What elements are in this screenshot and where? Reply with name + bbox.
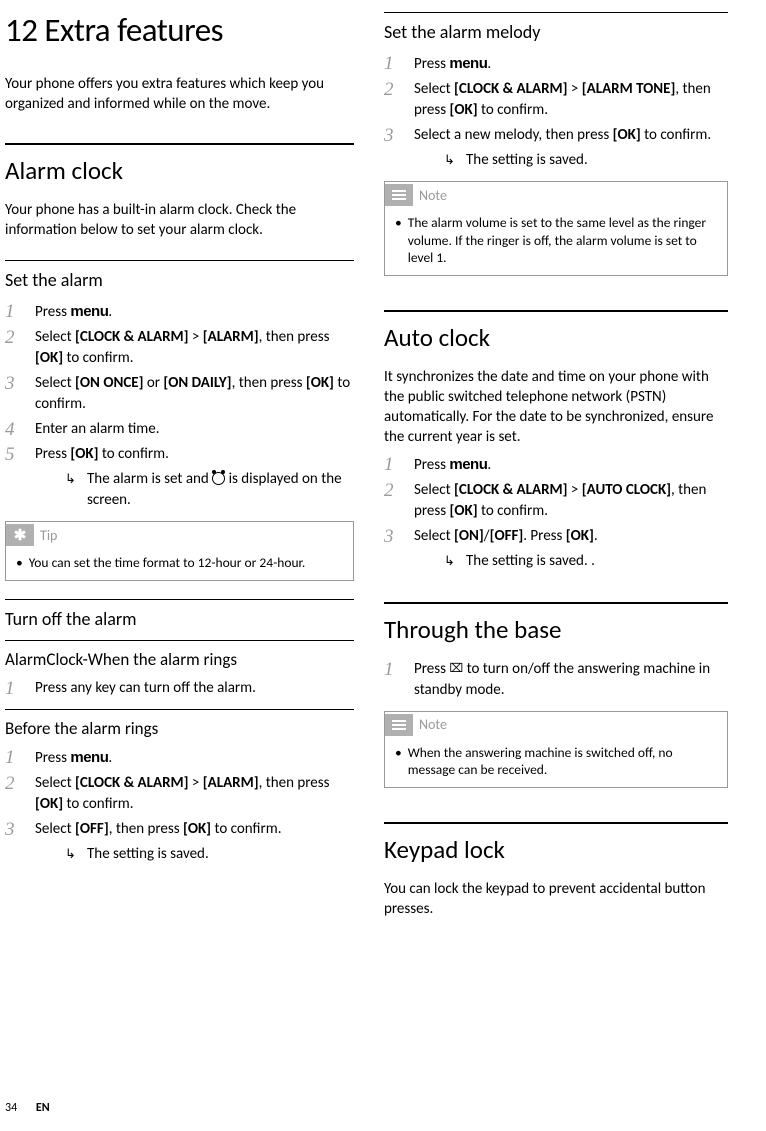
step-number: 5 bbox=[5, 442, 15, 469]
step-number: 2 bbox=[384, 478, 394, 505]
page-footer: 34 EN bbox=[5, 1101, 50, 1115]
step-number: 2 bbox=[5, 771, 15, 798]
bullet-icon: • bbox=[16, 554, 23, 572]
alarm-clock-desc: Your phone has a built-in alarm clock. C… bbox=[5, 200, 354, 241]
note-callout: Note •When the answering machine is swit… bbox=[384, 711, 728, 788]
step: 5Press [OK] to confirm. ↳The alarm is se… bbox=[5, 444, 354, 511]
step: 2Select [CLOCK & ALARM] > [ALARM], then … bbox=[5, 773, 354, 815]
result-arrow-icon: ↳ bbox=[65, 846, 76, 864]
when-rings-steps: 1Press any key can turn off the alarm. bbox=[5, 678, 354, 699]
step-number: 2 bbox=[5, 325, 15, 352]
step-number: 1 bbox=[384, 51, 394, 78]
step-number: 1 bbox=[5, 676, 15, 703]
base-steps: 1Press ⌧ to turn on/off the answering ma… bbox=[384, 659, 728, 701]
divider bbox=[5, 709, 354, 710]
step: 2Select [CLOCK & ALARM] > [ALARM], then … bbox=[5, 327, 354, 369]
subsection-before-rings: Before the alarm rings bbox=[5, 718, 354, 739]
section-auto-clock: Auto clock bbox=[384, 322, 728, 353]
page-number: 34 bbox=[5, 1101, 17, 1115]
divider bbox=[5, 640, 354, 641]
step-result: ↳The alarm is set and is displayed on th… bbox=[35, 469, 354, 511]
section-alarm-clock: Alarm clock bbox=[5, 155, 354, 186]
step: 1Press menu. bbox=[384, 454, 728, 476]
step: 2Select [CLOCK & ALARM] > [AUTO CLOCK], … bbox=[384, 480, 728, 522]
divider bbox=[384, 12, 728, 13]
chapter-intro: Your phone offers you extra features whi… bbox=[5, 74, 354, 115]
step: 4Enter an alarm time. bbox=[5, 419, 354, 440]
subsection-turn-off: Turn off the alarm bbox=[5, 608, 354, 630]
step-number: 2 bbox=[384, 77, 394, 104]
bullet-icon: • bbox=[395, 214, 402, 267]
note-text: The alarm volume is set to the same leve… bbox=[408, 214, 717, 267]
step: 3Select [ON ONCE] or [ON DAILY], then pr… bbox=[5, 373, 354, 415]
divider bbox=[384, 822, 728, 824]
chapter-title: 12 Extra features bbox=[5, 10, 354, 50]
step-number: 3 bbox=[384, 123, 394, 150]
result-arrow-icon: ↳ bbox=[444, 553, 455, 571]
step-number: 1 bbox=[5, 299, 15, 326]
step: 3Select [OFF], then press [OK] to confir… bbox=[5, 819, 354, 865]
auto-clock-desc: It synchronizes the date and time on you… bbox=[384, 367, 728, 448]
divider bbox=[5, 260, 354, 261]
step: 1Press any key can turn off the alarm. bbox=[5, 678, 354, 699]
melody-steps: 1Press menu. 2Select [CLOCK & ALARM] > [… bbox=[384, 53, 728, 171]
tip-callout: ✱ Tip • You can set the time format to 12… bbox=[5, 521, 354, 581]
section-through-base: Through the base bbox=[384, 614, 728, 645]
step-result: ↳The setting is saved. . bbox=[414, 551, 728, 572]
tip-icon: ✱ bbox=[6, 524, 34, 546]
divider bbox=[384, 310, 728, 312]
note-text: When the answering machine is switched o… bbox=[408, 744, 717, 779]
step: 1Press menu. bbox=[5, 301, 354, 323]
page-lang: EN bbox=[36, 1101, 50, 1115]
section-keypad-lock: Keypad lock bbox=[384, 834, 728, 865]
note-callout: Note •The alarm volume is set to the sam… bbox=[384, 181, 728, 276]
menu-key: menu bbox=[449, 55, 487, 72]
step-result: ↳The setting is saved. bbox=[414, 150, 728, 171]
note-label: Note bbox=[419, 716, 447, 733]
step: 3Select a new melody, then press [OK] to… bbox=[384, 125, 728, 171]
step: 1Press menu. bbox=[384, 53, 728, 75]
note-label: Note bbox=[419, 187, 447, 204]
step: 1Press menu. bbox=[5, 747, 354, 769]
keypad-desc: You can lock the keypad to prevent accid… bbox=[384, 879, 728, 920]
step-number: 1 bbox=[5, 745, 15, 772]
set-alarm-steps: 1Press menu. 2Select [CLOCK & ALARM] > [… bbox=[5, 301, 354, 511]
tip-text: You can set the time format to 12-hour o… bbox=[29, 554, 306, 572]
before-rings-steps: 1Press menu. 2Select [CLOCK & ALARM] > [… bbox=[5, 747, 354, 865]
step-number: 1 bbox=[384, 657, 394, 684]
step: 2Select [CLOCK & ALARM] > [ALARM TONE], … bbox=[384, 79, 728, 121]
menu-key: menu bbox=[449, 456, 487, 473]
alarm-icon bbox=[212, 472, 225, 485]
step-number: 3 bbox=[5, 817, 15, 844]
note-icon bbox=[385, 714, 413, 736]
result-arrow-icon: ↳ bbox=[444, 152, 455, 170]
menu-key: menu bbox=[70, 303, 108, 320]
note-icon bbox=[385, 184, 413, 206]
divider bbox=[5, 143, 354, 145]
subsection-set-alarm: Set the alarm bbox=[5, 269, 354, 291]
step-number: 3 bbox=[384, 524, 394, 551]
step-number: 3 bbox=[5, 371, 15, 398]
auto-clock-steps: 1Press menu. 2Select [CLOCK & ALARM] > [… bbox=[384, 454, 728, 572]
answering-machine-icon: ⌧ bbox=[449, 661, 463, 678]
tip-label: Tip bbox=[40, 527, 57, 544]
menu-key: menu bbox=[70, 749, 108, 766]
subsection-melody: Set the alarm melody bbox=[384, 21, 728, 43]
step: 3Select [ON]/[OFF]. Press [OK]. ↳The set… bbox=[384, 526, 728, 572]
divider bbox=[5, 599, 354, 600]
step-number: 4 bbox=[5, 417, 15, 444]
divider bbox=[384, 602, 728, 604]
step-result: ↳The setting is saved. bbox=[35, 844, 354, 865]
step-number: 1 bbox=[384, 452, 394, 479]
step: 1Press ⌧ to turn on/off the answering ma… bbox=[384, 659, 728, 701]
subsection-when-rings: AlarmClock-When the alarm rings bbox=[5, 649, 354, 670]
result-arrow-icon: ↳ bbox=[65, 471, 76, 489]
bullet-icon: • bbox=[395, 744, 402, 779]
